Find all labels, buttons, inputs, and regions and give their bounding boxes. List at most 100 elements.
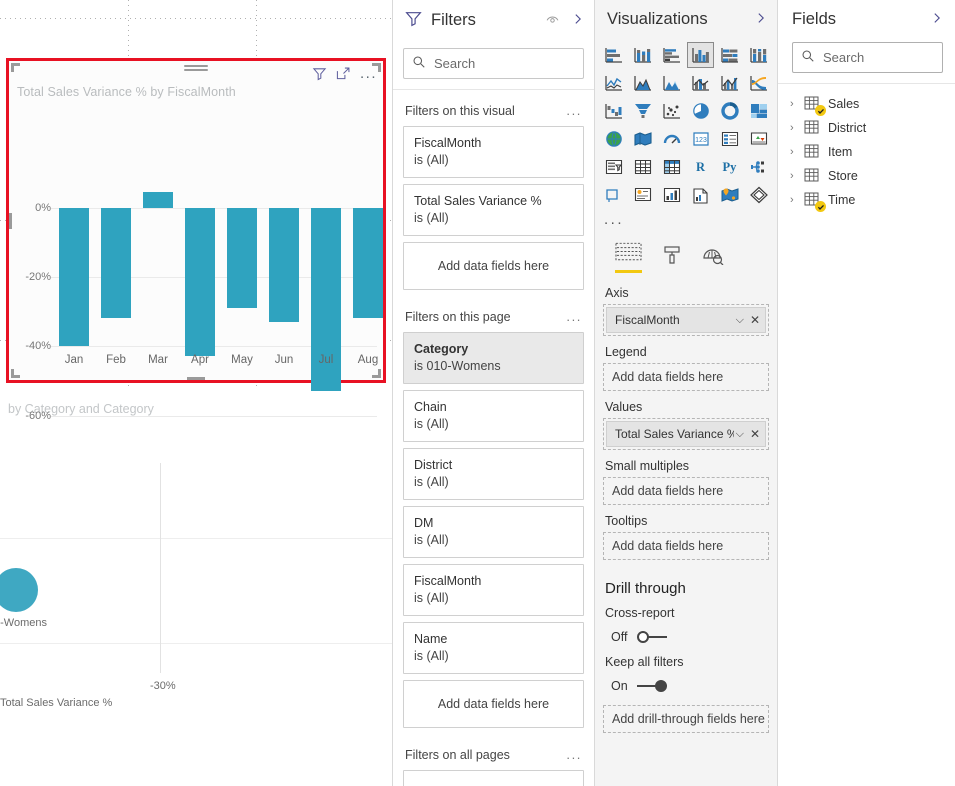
selected-visual-column-chart[interactable]: ... Total Sales Variance % by FiscalMont… xyxy=(6,58,386,383)
gauge-icon[interactable] xyxy=(658,126,685,152)
cross-report-toggle[interactable] xyxy=(637,631,667,643)
field-tree-item[interactable]: ›Item xyxy=(778,140,955,164)
filter-dropzone[interactable]: Add data fields here xyxy=(403,770,584,786)
line-chart-icon[interactable] xyxy=(600,70,627,96)
resize-handle-top-left[interactable] xyxy=(11,63,20,72)
filter-card[interactable]: FiscalMonthis (All) xyxy=(403,126,584,178)
field-tree-item[interactable]: ›District xyxy=(778,116,955,140)
filter-card[interactable]: Chainis (All) xyxy=(403,390,584,442)
slicer-icon[interactable] xyxy=(600,154,627,180)
collapse-visualizations-pane-icon[interactable] xyxy=(755,11,767,28)
matrix-icon[interactable] xyxy=(658,154,685,180)
filter-card[interactable]: DMis (All) xyxy=(403,506,584,558)
filter-dropzone[interactable]: Add data fields here xyxy=(403,242,584,290)
scatter-bubble[interactable] xyxy=(0,568,38,612)
collapse-fields-pane-icon[interactable] xyxy=(931,11,943,28)
hundred-percent-stacked-bar-chart-icon[interactable] xyxy=(716,42,743,68)
filter-card[interactable]: FiscalMonthis (All) xyxy=(403,564,584,616)
fields-search-input[interactable]: Search xyxy=(792,42,943,73)
stacked-bar-chart-icon[interactable] xyxy=(600,42,627,68)
arcgis-maps-icon[interactable] xyxy=(716,182,743,208)
collapse-filters-pane-icon[interactable] xyxy=(572,12,584,29)
report-canvas[interactable]: by Category and Category 0-Womens -30% T… xyxy=(0,0,392,786)
more-options-button[interactable]: ... xyxy=(360,69,377,79)
keep-all-filters-toggle-row[interactable]: On xyxy=(603,673,769,695)
remove-field-icon[interactable]: ✕ xyxy=(750,427,760,441)
decomposition-tree-icon[interactable] xyxy=(600,182,627,208)
line-and-clustered-column-chart-icon[interactable] xyxy=(716,70,743,96)
chevron-right-icon[interactable]: › xyxy=(790,98,804,110)
field-tree-item[interactable]: ›Sales xyxy=(778,92,955,116)
chevron-right-icon[interactable]: › xyxy=(790,122,804,134)
chart-bar[interactable] xyxy=(59,208,89,346)
ribbon-chart-icon[interactable] xyxy=(745,70,772,96)
filter-card[interactable]: Districtis (All) xyxy=(403,448,584,500)
filter-card[interactable]: Total Sales Variance %is (All) xyxy=(403,184,584,236)
chart-bar[interactable] xyxy=(227,208,257,308)
funnel-chart-icon[interactable] xyxy=(629,98,656,124)
filter-icon[interactable] xyxy=(312,66,327,81)
map-icon[interactable] xyxy=(600,126,627,152)
field-well-dropzone[interactable]: Add data fields here xyxy=(603,477,769,505)
filled-map-icon[interactable] xyxy=(629,126,656,152)
stacked-area-chart-icon[interactable] xyxy=(658,70,685,96)
qna-visual-icon[interactable] xyxy=(629,182,656,208)
donut-chart-icon[interactable] xyxy=(716,98,743,124)
chart-bar[interactable] xyxy=(101,208,131,318)
field-chip[interactable]: FiscalMonth⌵✕ xyxy=(606,307,766,333)
filter-section-menu-button[interactable]: ... xyxy=(566,103,582,118)
chevron-right-icon[interactable]: › xyxy=(790,146,804,158)
line-and-stacked-column-chart-icon[interactable] xyxy=(687,70,714,96)
waterfall-chart-icon[interactable] xyxy=(600,98,627,124)
pie-chart-icon[interactable] xyxy=(687,98,714,124)
chart-bar[interactable] xyxy=(143,192,173,208)
analytics-tab[interactable] xyxy=(702,245,724,273)
field-tree-item[interactable]: ›Store xyxy=(778,164,955,188)
filters-search-input[interactable]: Search xyxy=(403,48,584,79)
key-influencers-icon[interactable] xyxy=(745,154,772,180)
clustered-column-chart-icon[interactable] xyxy=(687,42,714,68)
filter-section-menu-button[interactable]: ... xyxy=(566,747,582,762)
filter-section-menu-button[interactable]: ... xyxy=(566,309,582,324)
format-tab[interactable] xyxy=(662,245,682,273)
smart-narrative-icon[interactable] xyxy=(658,182,685,208)
python-visual-icon[interactable]: Py xyxy=(716,154,743,180)
chart-bar[interactable] xyxy=(269,208,299,322)
remove-field-icon[interactable]: ✕ xyxy=(750,313,760,327)
field-tree-item[interactable]: ›Time xyxy=(778,188,955,212)
chart-bar[interactable] xyxy=(353,208,383,318)
hundred-percent-stacked-column-chart-icon[interactable] xyxy=(745,42,772,68)
fields-tab[interactable] xyxy=(615,242,642,273)
field-well[interactable]: FiscalMonth⌵✕ xyxy=(603,304,769,336)
visual-drag-handle[interactable] xyxy=(184,63,208,75)
chart-bar[interactable] xyxy=(185,208,215,356)
field-well-dropzone[interactable]: Add data fields here xyxy=(603,532,769,560)
r-script-visual-icon[interactable]: R xyxy=(687,154,714,180)
hide-filter-pane-icon[interactable] xyxy=(545,12,560,29)
treemap-icon[interactable] xyxy=(745,98,772,124)
field-chip[interactable]: Total Sales Variance %⌵✕ xyxy=(606,421,766,447)
focus-mode-icon[interactable] xyxy=(336,66,351,81)
keep-all-filters-toggle[interactable] xyxy=(637,680,667,692)
cross-report-toggle-row[interactable]: Off xyxy=(603,624,769,646)
table-icon[interactable] xyxy=(629,154,656,180)
power-apps-icon[interactable] xyxy=(745,182,772,208)
scatter-chart-icon[interactable] xyxy=(658,98,685,124)
chevron-down-icon[interactable]: ⌵ xyxy=(736,428,744,441)
clustered-bar-chart-icon[interactable] xyxy=(658,42,685,68)
gallery-more-button[interactable]: ... xyxy=(595,208,777,232)
drill-through-fields-dropzone[interactable]: Add drill-through fields here xyxy=(603,705,769,733)
chevron-down-icon[interactable]: ⌵ xyxy=(736,314,744,327)
filter-card[interactable]: Nameis (All) xyxy=(403,622,584,674)
filter-dropzone[interactable]: Add data fields here xyxy=(403,680,584,728)
multi-row-card-icon[interactable] xyxy=(716,126,743,152)
kpi-icon[interactable] xyxy=(745,126,772,152)
card-icon[interactable]: 123 xyxy=(687,126,714,152)
field-well-dropzone[interactable]: Add data fields here xyxy=(603,363,769,391)
paginated-report-icon[interactable] xyxy=(687,182,714,208)
chevron-right-icon[interactable]: › xyxy=(790,194,804,206)
stacked-column-chart-icon[interactable] xyxy=(629,42,656,68)
area-chart-icon[interactable] xyxy=(629,70,656,96)
scatter-visual-partial[interactable]: by Category and Category 0-Womens -30% T… xyxy=(0,390,392,786)
field-well[interactable]: Total Sales Variance %⌵✕ xyxy=(603,418,769,450)
